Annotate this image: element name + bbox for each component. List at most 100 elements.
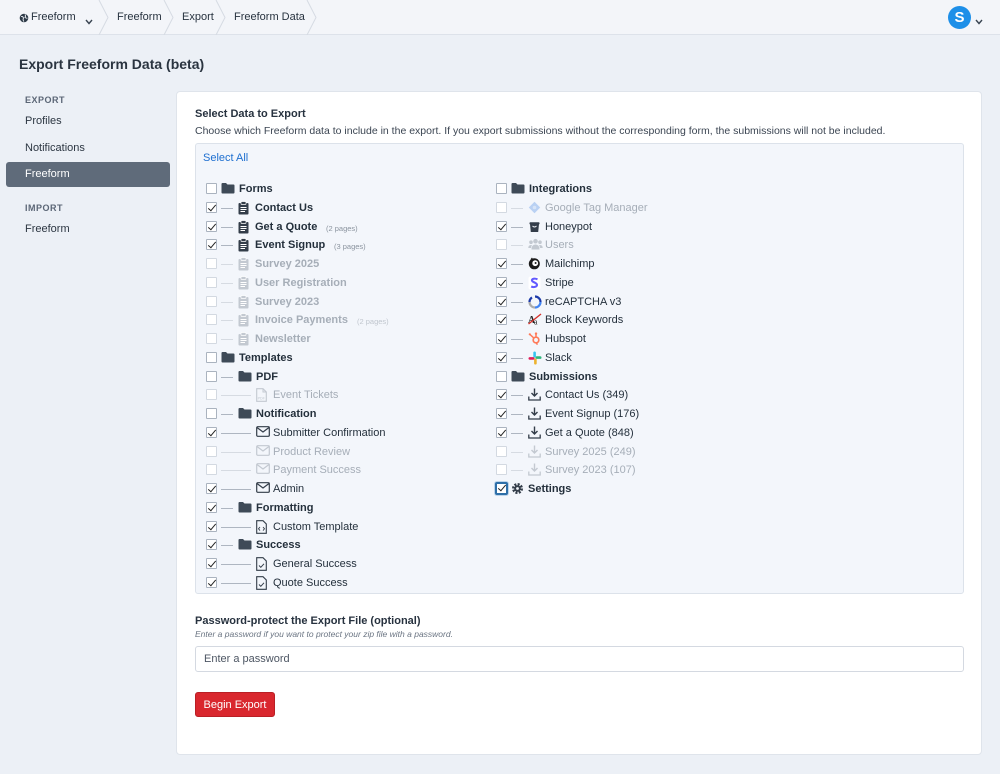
folder-icon: [238, 501, 252, 516]
hubspot-icon: [528, 332, 541, 348]
tree-checkbox[interactable]: [206, 183, 217, 194]
tree-checkbox[interactable]: [496, 408, 507, 419]
tree-item-label: Submissions: [529, 371, 598, 383]
tree-connector-line: [221, 377, 233, 378]
user-avatar[interactable]: S: [948, 6, 971, 29]
tree-item-label: Invoice Payments: [255, 314, 348, 326]
tree-checkbox[interactable]: [206, 502, 217, 513]
tree-checkbox[interactable]: [206, 202, 217, 213]
envelope-icon: [256, 463, 270, 477]
tree-checkbox[interactable]: [496, 277, 507, 288]
password-title: Password-protect the Export File (option…: [195, 615, 421, 627]
tree-checkbox[interactable]: [496, 389, 507, 400]
tree-connector-line: [221, 283, 233, 284]
clipboard-icon: [238, 332, 249, 349]
breadcrumb-separator: [163, 0, 175, 35]
breadcrumb-freeform[interactable]: Freeform: [117, 0, 162, 35]
tree-checkbox[interactable]: [206, 296, 217, 307]
tree-connector-line: [511, 264, 523, 265]
chevron-down-icon[interactable]: [975, 14, 983, 28]
tree-checkbox[interactable]: [496, 352, 507, 363]
download-icon: [528, 426, 541, 442]
tree-checkbox[interactable]: [206, 464, 217, 475]
select-data-description: Choose which Freeform data to include in…: [195, 125, 886, 137]
tree-connector-line: [221, 227, 233, 228]
tree-checkbox[interactable]: [206, 539, 217, 550]
tree-checkbox[interactable]: [206, 577, 217, 588]
tree-checkbox[interactable]: [206, 521, 217, 532]
sidebar-item-freeform-import[interactable]: Freeform: [25, 223, 70, 235]
tree-checkbox[interactable]: [206, 258, 217, 269]
breadcrumb-separator: [306, 0, 318, 35]
sidebar-heading-import: IMPORT: [25, 203, 63, 213]
tree-checkbox[interactable]: [206, 371, 217, 382]
tree-connector-line: [511, 283, 523, 284]
tree-item-label: Google Tag Manager: [545, 202, 648, 214]
breadcrumb-export[interactable]: Export: [182, 0, 214, 35]
tree-checkbox[interactable]: [206, 558, 217, 569]
tree-connector-line: [511, 208, 523, 209]
tree-checkbox[interactable]: [206, 408, 217, 419]
tree-item-label: Notification: [256, 408, 317, 420]
tree-checkbox[interactable]: [206, 427, 217, 438]
tree-checkbox[interactable]: [495, 482, 508, 495]
tree-connector-line: [221, 564, 251, 565]
page-count-badge: (2 pages): [326, 224, 358, 233]
sidebar-item-freeform-export[interactable]: Freeform: [6, 162, 170, 187]
page-count-badge: (2 pages): [357, 317, 389, 326]
tree-checkbox[interactable]: [206, 221, 217, 232]
tree-checkbox[interactable]: [206, 389, 217, 400]
tree-checkbox[interactable]: [496, 221, 507, 232]
tree-checkbox[interactable]: [206, 277, 217, 288]
password-input[interactable]: [195, 646, 964, 672]
tree-item-label: User Registration: [255, 277, 347, 289]
tree-item-label: Templates: [239, 352, 293, 364]
tree-checkbox[interactable]: [496, 446, 507, 457]
sidebar-heading-export: EXPORT: [25, 95, 66, 105]
breadcrumb-site-switcher[interactable]: Freeform: [31, 0, 76, 35]
tree-connector-line: [221, 208, 233, 209]
tree-checkbox[interactable]: [496, 296, 507, 307]
check-file-icon: [256, 557, 267, 574]
tree-checkbox[interactable]: [206, 333, 217, 344]
tree-checkbox[interactable]: [496, 333, 507, 344]
tree-checkbox[interactable]: [496, 239, 507, 250]
tree-item-label: Integrations: [529, 183, 592, 195]
tree-connector-line: [511, 433, 523, 434]
download-icon: [528, 445, 541, 461]
tree-checkbox[interactable]: [496, 314, 507, 325]
top-bar: Freeform Freeform Export Freeform Data S: [0, 0, 1000, 35]
mailchimp-icon: [528, 257, 541, 273]
tree-checkbox[interactable]: [206, 239, 217, 250]
tree-checkbox[interactable]: [496, 371, 507, 382]
select-all-link[interactable]: Select All: [203, 152, 248, 164]
tree-item-label: reCAPTCHA v3: [545, 296, 622, 308]
download-icon: [528, 388, 541, 404]
tree-connector-line: [221, 508, 233, 509]
sidebar-item-notifications[interactable]: Notifications: [25, 142, 85, 154]
tree-checkbox[interactable]: [206, 446, 217, 457]
chevron-down-icon[interactable]: [85, 14, 93, 28]
begin-export-button[interactable]: Begin Export: [195, 692, 275, 717]
password-hint: Enter a password if you want to protect …: [195, 629, 453, 639]
tree-item-label: Settings: [528, 483, 572, 495]
breadcrumb-freeform-data[interactable]: Freeform Data: [234, 0, 305, 35]
tree-checkbox[interactable]: [496, 183, 507, 194]
tree-checkbox[interactable]: [496, 464, 507, 475]
download-icon: [528, 407, 541, 423]
tree-connector-line: [511, 227, 523, 228]
tree-checkbox[interactable]: [496, 258, 507, 269]
tree-connector-line: [221, 339, 233, 340]
tree-checkbox[interactable]: [496, 202, 507, 213]
tree-connector-line: [511, 339, 523, 340]
tree-item-label: Survey 2023 (107): [545, 464, 636, 476]
tree-checkbox[interactable]: [496, 427, 507, 438]
sidebar-item-profiles[interactable]: Profiles: [25, 115, 62, 127]
page-title: Export Freeform Data (beta): [19, 56, 205, 72]
svg-text:PDF: PDF: [258, 397, 266, 401]
tree-checkbox[interactable]: [206, 483, 217, 494]
tree-checkbox[interactable]: [206, 314, 217, 325]
tree-checkbox[interactable]: [206, 352, 217, 363]
clipboard-icon: [238, 238, 249, 255]
tree-item-label: Slack: [545, 352, 572, 364]
